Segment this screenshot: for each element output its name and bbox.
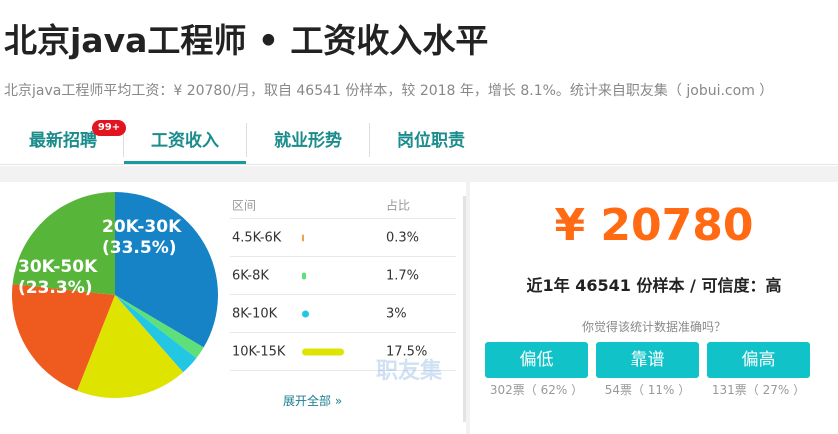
row-range: 4.5K-6K xyxy=(232,230,282,245)
vote-high-count: 131票（ 27% ） xyxy=(711,383,806,397)
average-salary: ¥ 20780 xyxy=(554,200,754,251)
sample-info: 近1年 46541 份样本 / 可信度：高 xyxy=(526,276,782,295)
new-jobs-badge: 99+ xyxy=(92,120,126,136)
vote-low-count: 302票（ 62% ） xyxy=(489,383,584,397)
vote-high-button[interactable]: 偏高 xyxy=(707,342,810,378)
row-pct: 1.7% xyxy=(386,268,420,283)
table-row: 4.5K-6K 0.3% xyxy=(230,219,456,257)
row-range: 8K-10K xyxy=(232,306,278,321)
row-pct: 0.3% xyxy=(386,230,420,245)
pie-label-20k-30k: 20K-30K xyxy=(102,217,182,237)
salary-pie-chart: 20K-30K (33.5%) 30K-50K (23.3%) xyxy=(11,192,219,398)
row-bar xyxy=(302,348,344,355)
row-pct: 3% xyxy=(386,306,407,321)
pie-pct-30k-50k: (23.3%) xyxy=(18,278,93,298)
tab-salary[interactable]: 工资收入 xyxy=(124,119,246,164)
pie-label-30k-50k: 30K-50K xyxy=(18,257,98,277)
row-bar xyxy=(302,272,307,279)
panel-divider xyxy=(463,196,466,422)
header-pct: 占比 xyxy=(386,198,411,213)
table-row: 8K-10K 3% xyxy=(230,295,456,333)
page-title: 北京java工程师 • 工资收入水平 xyxy=(4,21,489,60)
page-subtitle: 北京java工程师平均工资：¥ 20780/月，取自 46541 份样本，较 2… xyxy=(4,83,774,99)
tab-duties[interactable]: 岗位职责 xyxy=(370,119,492,163)
distribution-table: 区间 占比 4.5K-6K 0.3% 6K-8K 1.7% 8K-10K 3% … xyxy=(230,192,456,371)
row-bar xyxy=(302,310,310,317)
row-bar xyxy=(302,234,304,241)
tabs-divider xyxy=(0,164,838,165)
expand-all-link[interactable]: 展开全部 » xyxy=(283,392,342,409)
vote-accurate-button[interactable]: 靠谱 xyxy=(596,342,699,378)
tab-employment[interactable]: 就业形势 xyxy=(247,119,369,163)
header-area: 北京java工程师 • 工资收入水平 北京java工程师平均工资：¥ 20780… xyxy=(0,0,838,166)
table-header: 区间 占比 xyxy=(230,192,456,219)
pie-pct-20k-30k: (33.5%) xyxy=(102,238,177,258)
row-range: 10K-15K xyxy=(232,344,286,359)
table-row: 6K-8K 1.7% xyxy=(230,257,456,295)
watermark: 职友集 xyxy=(376,359,443,384)
row-range: 6K-8K xyxy=(232,268,269,283)
vote-low-button[interactable]: 偏低 xyxy=(485,342,588,378)
accuracy-question: 你觉得该统计数据准确吗？ xyxy=(581,320,726,334)
vote-accurate-count: 54票（ 11% ） xyxy=(604,383,691,397)
header-range: 区间 xyxy=(232,198,257,213)
